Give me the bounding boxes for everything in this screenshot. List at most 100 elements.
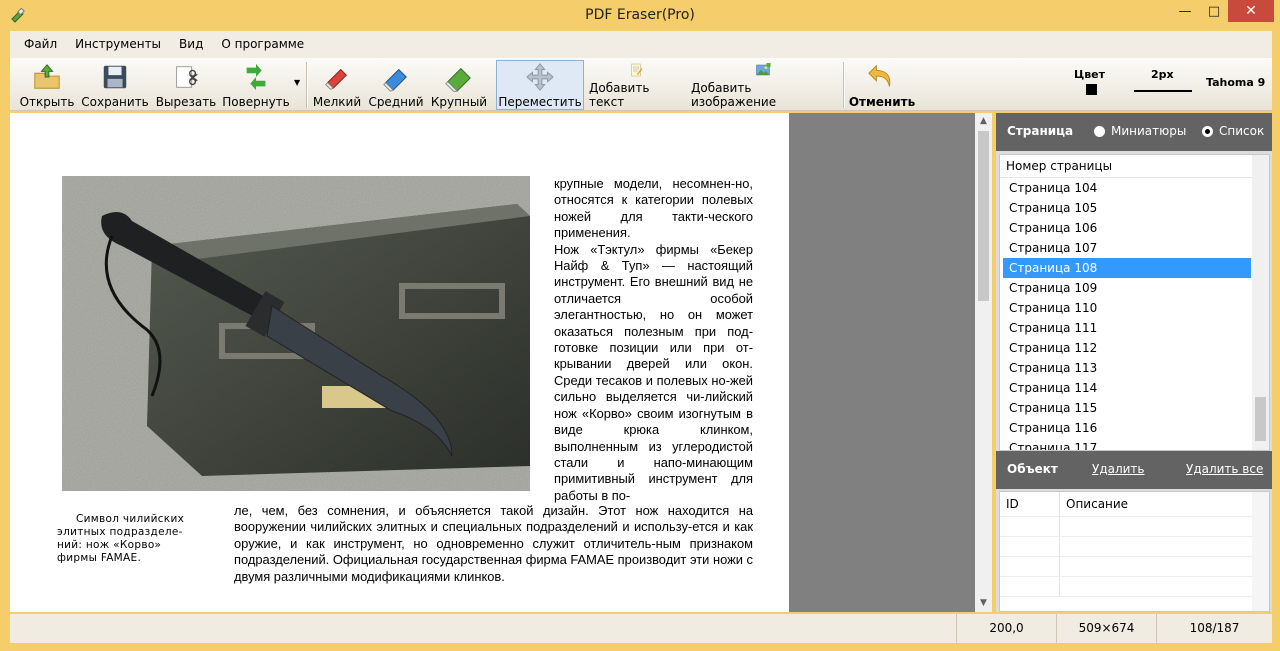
- eraser-large-label: Крупный: [430, 95, 488, 109]
- open-folder-icon: [34, 64, 60, 89]
- minimize-button[interactable]: —: [1172, 0, 1198, 22]
- open-button[interactable]: Открыть: [20, 60, 74, 110]
- move-label: Переместить: [498, 95, 582, 109]
- window-title: PDF Eraser(Pro): [585, 7, 695, 23]
- table-row: [1000, 557, 1269, 577]
- save-button[interactable]: Сохранить: [81, 60, 149, 110]
- page-list[interactable]: Номер страницы Страница 104 Страница 105 С…: [999, 154, 1270, 451]
- eraser-medium-button[interactable]: Средний: [368, 60, 424, 110]
- menu-bar: Файл Инструменты Вид О программе: [10, 31, 1272, 58]
- move-button[interactable]: Переместить: [496, 60, 584, 110]
- page-list-scrollbar[interactable]: [1252, 155, 1269, 450]
- document-view[interactable]: Символ чилийских элитных подразделе-ний:…: [10, 113, 975, 612]
- object-panel-title: Объект: [1007, 462, 1058, 476]
- radio-icon: [1094, 125, 1105, 137]
- object-panel-header: Объект Удалить Удалить все: [996, 451, 1272, 489]
- status-bar: 200,0 509×674 108/187: [10, 614, 1272, 643]
- cut-label: Вырезать: [155, 95, 217, 109]
- close-button[interactable]: ✕: [1228, 0, 1274, 22]
- text-note-icon: [631, 63, 643, 77]
- scroll-thumb[interactable]: [1255, 397, 1266, 441]
- scroll-down-icon[interactable]: ▼: [975, 595, 992, 612]
- document-scrollbar[interactable]: ▲ ▼: [975, 113, 992, 612]
- object-table-scrollbar[interactable]: [1252, 492, 1269, 611]
- list-item[interactable]: Страница 107: [1003, 238, 1251, 258]
- title-bar: PDF Eraser(Pro) — □ ✕: [0, 0, 1280, 31]
- page-list-header: Номер страницы: [1000, 155, 1269, 178]
- scroll-up-icon[interactable]: ▲: [975, 113, 992, 130]
- eraser-small-label: Мелкий: [312, 95, 362, 109]
- table-row: [1000, 517, 1269, 537]
- table-header: ID Описание: [1000, 492, 1269, 517]
- list-item[interactable]: Страница 113: [1003, 358, 1251, 378]
- object-table[interactable]: ID Описание: [999, 491, 1270, 612]
- undo-arrow-icon: [868, 64, 891, 87]
- save-label: Сохранить: [81, 95, 149, 109]
- undo-label: Отменить: [848, 95, 916, 109]
- eraser-medium-label: Средний: [368, 95, 424, 109]
- undo-button[interactable]: Отменить: [848, 60, 916, 110]
- menu-tools[interactable]: Инструменты: [66, 31, 170, 58]
- delete-link[interactable]: Удалить: [1092, 462, 1145, 476]
- photo-caption: Символ чилийских элитных подразделе-ний:…: [57, 513, 185, 564]
- size-status: 509×674: [1056, 614, 1156, 643]
- toolbar-separator: [306, 62, 308, 108]
- line-width-label[interactable]: 2px: [1151, 68, 1174, 81]
- color-label[interactable]: Цвет: [1074, 68, 1105, 81]
- radio-selected-icon: [1202, 125, 1213, 137]
- list-item[interactable]: Страница 117: [1003, 438, 1251, 450]
- cut-button[interactable]: Вырезать: [156, 60, 216, 110]
- add-image-label: Добавить изображение: [691, 81, 777, 109]
- list-item[interactable]: Страница 112: [1003, 338, 1251, 358]
- scroll-thumb[interactable]: [978, 131, 989, 301]
- font-label[interactable]: Tahoma 9: [1206, 76, 1265, 89]
- open-label: Открыть: [19, 95, 75, 109]
- menu-view[interactable]: Вид: [170, 31, 212, 58]
- eraser-large-button[interactable]: Крупный: [430, 60, 488, 110]
- zoom-status: 200,0: [956, 614, 1056, 643]
- scissors-icon: [176, 66, 198, 88]
- menu-about[interactable]: О программе: [212, 31, 313, 58]
- toolbar: Открыть Сохранить Вырезать Повернуть ▼ М…: [10, 58, 1272, 111]
- paragraph: крупные модели, несомнен-но, относятся к…: [554, 176, 753, 241]
- page-panel-title: Страница: [1007, 124, 1074, 138]
- list-item[interactable]: Страница 104: [1003, 178, 1251, 198]
- blue-eraser-icon: [383, 68, 407, 92]
- list-item[interactable]: Страница 115: [1003, 398, 1251, 418]
- knife-photo: [62, 176, 530, 491]
- menu-file[interactable]: Файл: [10, 31, 66, 58]
- page-panel-header: Страница Миниатюры Список: [996, 113, 1272, 151]
- rotate-dropdown-arrow-icon[interactable]: ▼: [294, 78, 300, 87]
- column-description: Описание: [1066, 497, 1129, 511]
- rotate-arrows-icon: [246, 63, 266, 91]
- side-panel: Страница Миниатюры Список Номер страницы…: [996, 113, 1272, 612]
- list-item[interactable]: Страница 106: [1003, 218, 1251, 238]
- thumbnails-radio[interactable]: Миниатюры: [1094, 124, 1186, 138]
- line-width-swatch[interactable]: [1134, 90, 1192, 92]
- picture-icon: [756, 63, 771, 76]
- add-text-button[interactable]: Добавить текст: [588, 60, 684, 110]
- color-swatch[interactable]: [1086, 84, 1097, 95]
- list-item[interactable]: Страница 110: [1003, 298, 1251, 318]
- pdf-page[interactable]: Символ чилийских элитных подразделе-ний:…: [10, 113, 789, 612]
- add-image-button[interactable]: Добавить изображение: [690, 60, 836, 110]
- table-row: [1000, 537, 1269, 557]
- add-text-label: Добавить текст: [589, 81, 650, 109]
- move-arrows-icon: [526, 63, 554, 91]
- list-radio[interactable]: Список: [1202, 124, 1264, 138]
- delete-all-link[interactable]: Удалить все: [1186, 462, 1263, 476]
- rotate-label: Повернуть: [222, 95, 290, 109]
- maximize-button[interactable]: □: [1201, 0, 1227, 22]
- list-item[interactable]: Страница 111: [1003, 318, 1251, 338]
- list-item[interactable]: Страница 116: [1003, 418, 1251, 438]
- list-item[interactable]: Страница 108: [1003, 258, 1251, 278]
- floppy-disk-icon: [103, 65, 127, 89]
- eraser-small-button[interactable]: Мелкий: [312, 60, 362, 110]
- green-eraser-icon: [445, 67, 471, 92]
- list-item[interactable]: Страница 114: [1003, 378, 1251, 398]
- list-item[interactable]: Страница 105: [1003, 198, 1251, 218]
- red-eraser-icon: [325, 68, 348, 90]
- list-item[interactable]: Страница 109: [1003, 278, 1251, 298]
- rotate-button[interactable]: Повернуть: [222, 60, 290, 110]
- toolbar-separator: [843, 62, 845, 108]
